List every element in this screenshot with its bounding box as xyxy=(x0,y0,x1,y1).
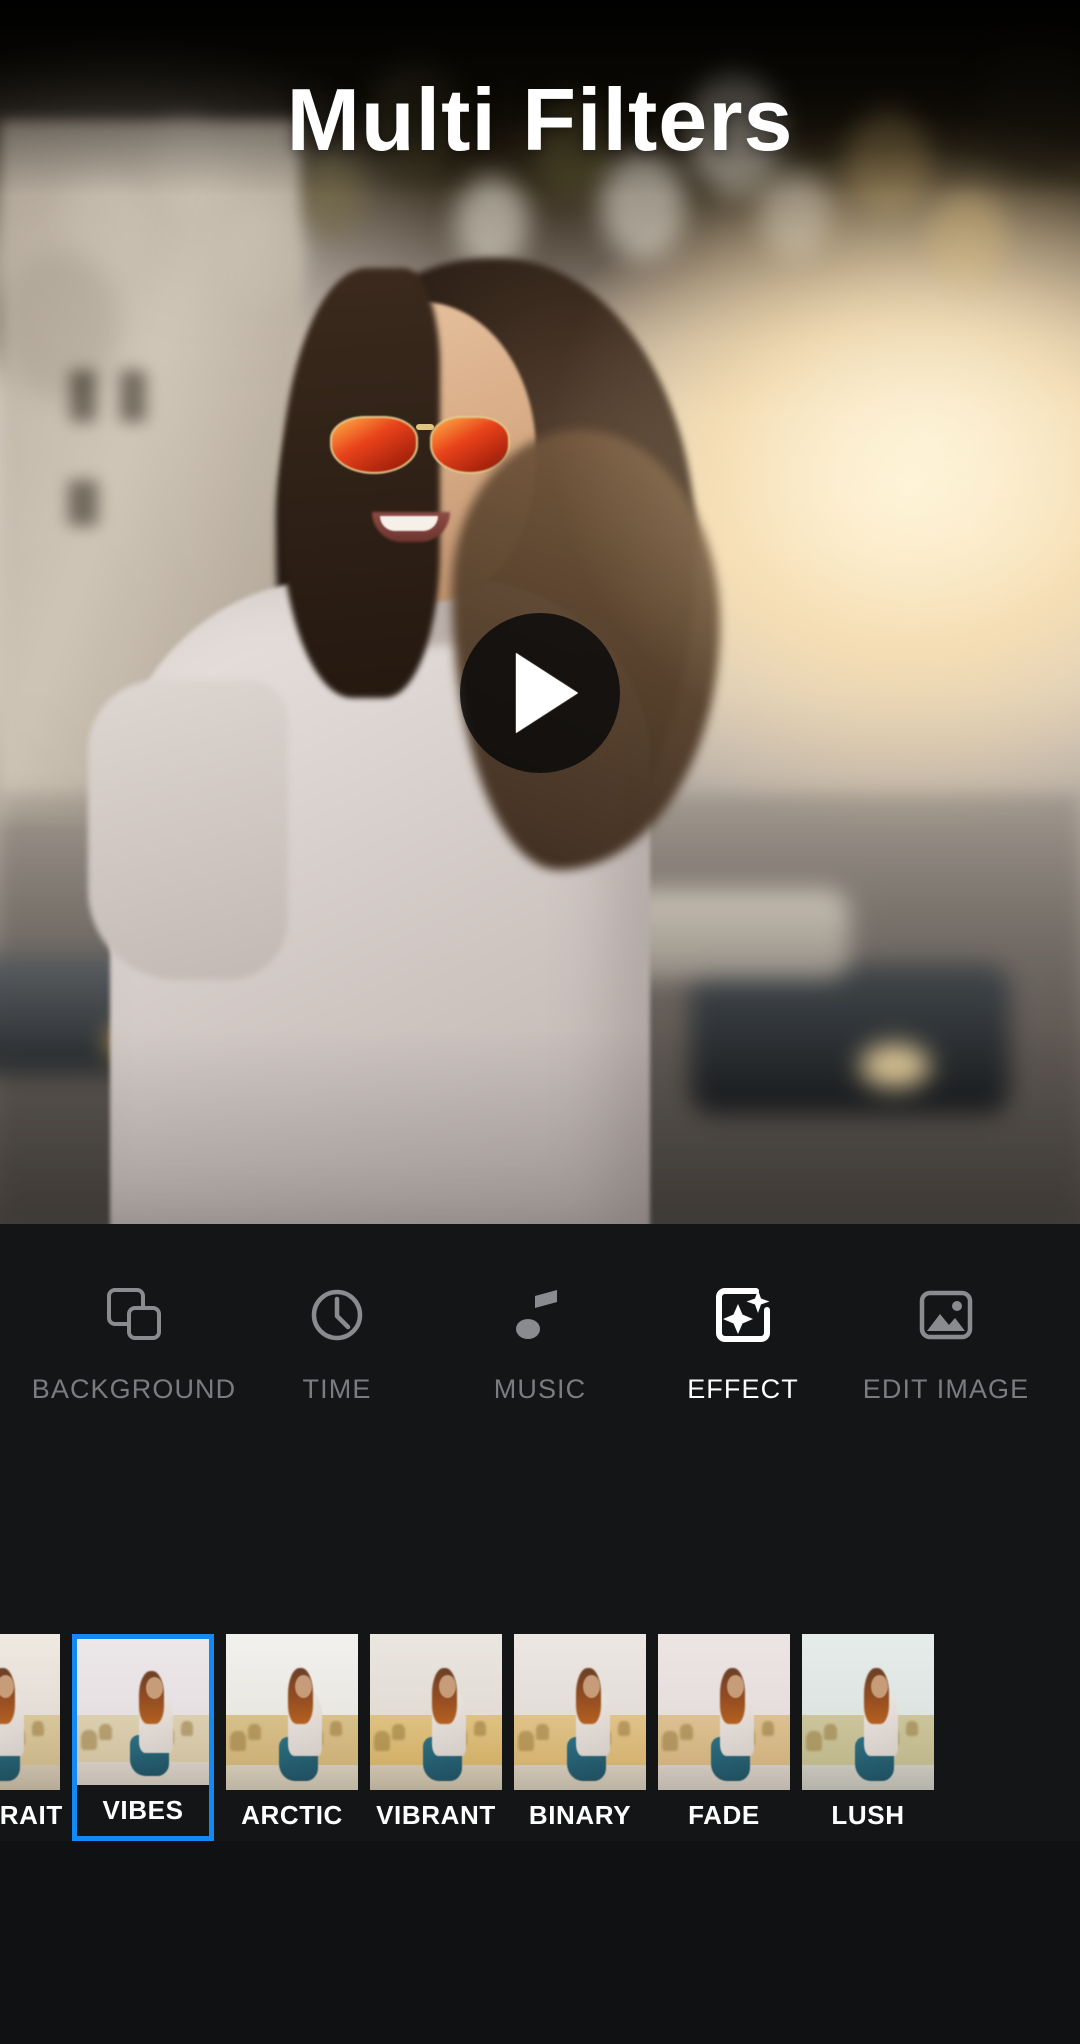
filter-item[interactable]: FADE xyxy=(658,1634,790,1841)
clock-icon xyxy=(304,1282,370,1348)
toolbar-label-background: BACKGROUND xyxy=(31,1374,237,1404)
sparkle-frame-icon xyxy=(710,1282,776,1348)
app-root: Multi Filters BACKGROUND TIME MUSIC EFFE… xyxy=(0,0,1080,2044)
filter-item[interactable]: VIBRANT xyxy=(370,1634,502,1841)
filter-thumbnail xyxy=(514,1634,646,1790)
filter-label: VIBES xyxy=(77,1785,209,1836)
toolbar-label-edit-image: EDIT IMAGE xyxy=(862,1374,1030,1404)
page-title: Multi Filters xyxy=(286,70,794,169)
filter-label: PORTRAIT xyxy=(0,1790,62,1841)
filter-thumbnail xyxy=(802,1634,934,1790)
filter-label: FADE xyxy=(658,1790,790,1841)
toolbar-label-effect: EFFECT xyxy=(687,1374,799,1404)
filter-label: ARCTIC xyxy=(226,1790,358,1841)
filter-item[interactable]: VIBES xyxy=(72,1634,214,1841)
toolbar-label-time: TIME xyxy=(302,1374,372,1404)
toolbar-item-time[interactable]: TIME xyxy=(239,1282,435,1405)
filter-thumbnail xyxy=(658,1634,790,1790)
toolbar-item-effect[interactable]: EFFECT xyxy=(645,1282,841,1405)
toolbar-label-music: MUSIC xyxy=(493,1374,587,1404)
filter-label: BINARY xyxy=(514,1790,646,1841)
filter-label: VIBRANT xyxy=(370,1790,502,1841)
play-icon xyxy=(516,653,578,733)
filter-item[interactable]: ARCTIC xyxy=(226,1634,358,1841)
toolbar-item-background[interactable]: BACKGROUND xyxy=(32,1282,235,1405)
toolbar-item-music[interactable]: MUSIC xyxy=(442,1282,638,1405)
preview-photo xyxy=(0,0,1080,1224)
filter-thumbnail xyxy=(370,1634,502,1790)
filter-thumbnail xyxy=(0,1634,60,1790)
filter-item[interactable]: PORTRAIT xyxy=(0,1634,62,1841)
toolbar-item-edit-image[interactable]: EDIT IMAGE xyxy=(848,1282,1044,1405)
filter-item[interactable]: LUSH xyxy=(802,1634,934,1841)
filter-thumbnail xyxy=(226,1634,358,1790)
play-button[interactable] xyxy=(460,613,620,773)
music-note-icon xyxy=(507,1282,573,1348)
filter-label: LUSH xyxy=(802,1790,934,1841)
layers-icon xyxy=(101,1282,167,1348)
photo-subject xyxy=(80,250,720,1224)
filter-thumbnail xyxy=(77,1639,209,1785)
filter-item[interactable]: BINARY xyxy=(514,1634,646,1841)
video-preview[interactable]: Multi Filters xyxy=(0,0,1080,1224)
sunglasses xyxy=(330,414,520,476)
photo-icon xyxy=(913,1282,979,1348)
filter-strip[interactable]: PORTRAIT VIBES ARCTICVIBRANTBINARYFADELUSH xyxy=(0,1634,1080,1841)
editor-toolbar: BACKGROUND TIME MUSIC EFFECT EDIT IMAGE xyxy=(0,1224,1080,1444)
toolbar-filter-spacer xyxy=(0,1444,1080,1634)
